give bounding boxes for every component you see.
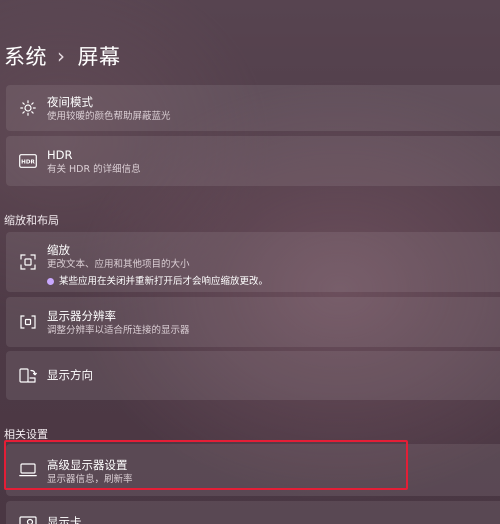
setting-text: HDR 有关 HDR 的详细信息 [47,148,141,176]
setting-title: HDR [47,148,73,162]
setting-text: 高级显示器设置 显示器信息，刷新率 [47,458,133,486]
setting-title: 高级显示器设置 [47,458,128,472]
breadcrumb-parent[interactable]: 系统 [4,41,47,71]
breadcrumb: 系统 › 屏幕 [4,40,121,72]
orientation-icon [18,366,38,386]
scale-icon [18,252,38,272]
setting-night-light[interactable]: 夜间模式 使用较暖的颜色帮助屏蔽蓝光 [6,85,500,131]
scale-notice-text: 某些应用在关闭并重新打开后才会响应缩放更改。 [59,276,269,287]
setting-advanced-display[interactable]: 高级显示器设置 显示器信息，刷新率 [6,444,500,496]
section-label-related: 相关设置 [4,428,48,441]
setting-resolution[interactable]: 显示器分辨率 调整分辨率以适合所连接的显示器 [6,297,500,347]
monitor-icon [18,460,38,480]
svg-text:HDR: HDR [21,160,35,166]
setting-description: 有关 HDR 的详细信息 [47,164,141,175]
setting-text: 缩放 更改文本、应用和其他项目的大小 某些应用在关闭并重新打开后才会响应缩放更改… [47,243,268,288]
setting-text: 夜间模式 使用较暖的颜色帮助屏蔽蓝光 [47,95,171,123]
scale-notice: 某些应用在关闭并重新打开后才会响应缩放更改。 [47,275,268,288]
resolution-icon [18,312,38,332]
setting-description: 调整分辨率以适合所连接的显示器 [47,325,190,336]
setting-title: 夜间模式 [47,95,93,109]
info-dot-icon [47,278,54,285]
setting-description: 更改文本、应用和其他项目的大小 [47,259,190,270]
setting-description: 显示器信息，刷新率 [47,474,133,485]
chevron-right-icon: › [57,44,66,68]
setting-text: 显示器分辨率 调整分辨率以适合所连接的显示器 [47,309,190,337]
hdr-icon: HDR [18,151,38,171]
page-title: 屏幕 [77,45,121,69]
setting-title: 缩放 [47,243,70,257]
setting-orientation[interactable]: 显示方向 [6,351,500,400]
setting-text: 显示卡 [47,515,82,524]
setting-hdr[interactable]: HDR HDR 有关 HDR 的详细信息 [6,136,500,186]
setting-scale[interactable]: 缩放 更改文本、应用和其他项目的大小 某些应用在关闭并重新打开后才会响应缩放更改… [6,232,500,292]
setting-description: 使用较暖的颜色帮助屏蔽蓝光 [47,111,171,122]
setting-text: 显示方向 [47,368,93,383]
setting-graphics[interactable]: 显示卡 [6,501,500,524]
section-label-scale-layout: 缩放和布局 [4,214,59,227]
graphics-icon [18,513,38,524]
brightness-icon [18,98,38,118]
setting-title: 显示卡 [47,515,82,524]
setting-title: 显示器分辨率 [47,309,116,323]
setting-title: 显示方向 [47,368,93,382]
